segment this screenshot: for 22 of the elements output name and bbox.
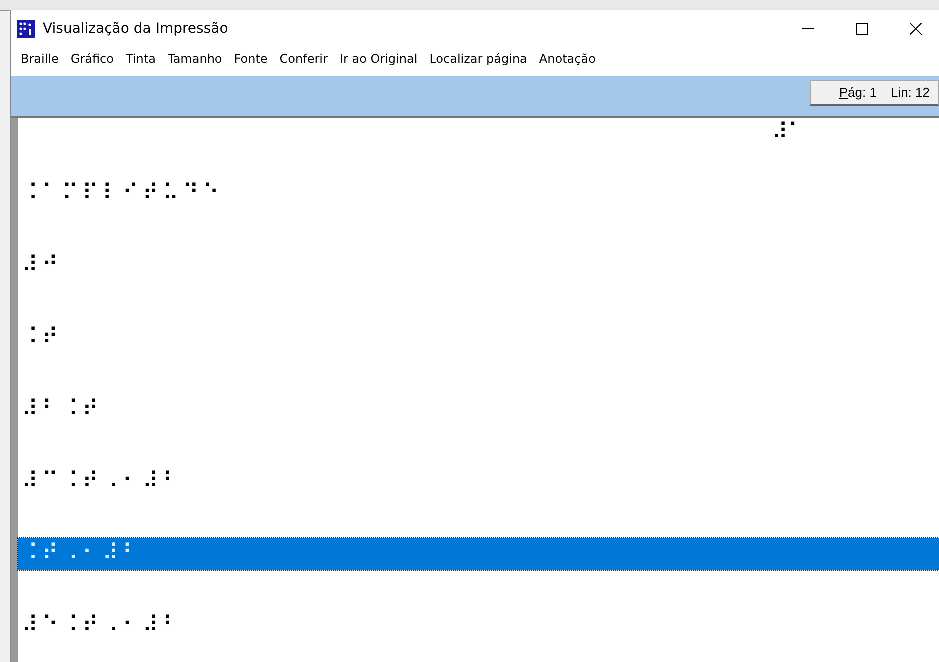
- menu-item[interactable]: Fonte: [228, 52, 274, 66]
- menu-item[interactable]: Braille: [15, 52, 65, 66]
- menu-item[interactable]: Tinta: [120, 52, 162, 66]
- braille-line[interactable]: ⠨⠞: [18, 302, 939, 374]
- page-indicator: Pág: 1: [839, 84, 877, 100]
- maximize-icon: [856, 23, 868, 36]
- braille-line[interactable]: ⠼⠚: [18, 230, 939, 302]
- menu-item[interactable]: Ir ao Original: [334, 52, 424, 66]
- braille-page-number: ⠼⠁: [772, 122, 804, 144]
- app-icon: [17, 20, 35, 38]
- braille-line[interactable]: ⠼⠉⠨⠞⠠⠂⠼⠃: [18, 446, 939, 518]
- braille-line[interactable]: ⠼⠃⠨⠞: [18, 374, 939, 446]
- menu-item[interactable]: Gráfico: [64, 52, 120, 66]
- line-indicator: Lin: 12: [890, 84, 930, 100]
- braille-line[interactable]: ⠼⠑⠨⠞⠠⠂⠼⠃: [18, 590, 939, 662]
- window-title: Visualização da Impressão: [43, 21, 230, 38]
- menu-item[interactable]: Conferir: [274, 52, 334, 66]
- close-icon: [910, 23, 922, 36]
- braille-line[interactable]: ⠨⠁⠍⠏⠇⠊⠞⠥⠙⠑: [18, 158, 939, 230]
- menu-item[interactable]: Tamanho: [162, 52, 228, 66]
- menu-item[interactable]: Localizar página: [424, 52, 534, 66]
- menu-item[interactable]: Anotação: [533, 52, 602, 66]
